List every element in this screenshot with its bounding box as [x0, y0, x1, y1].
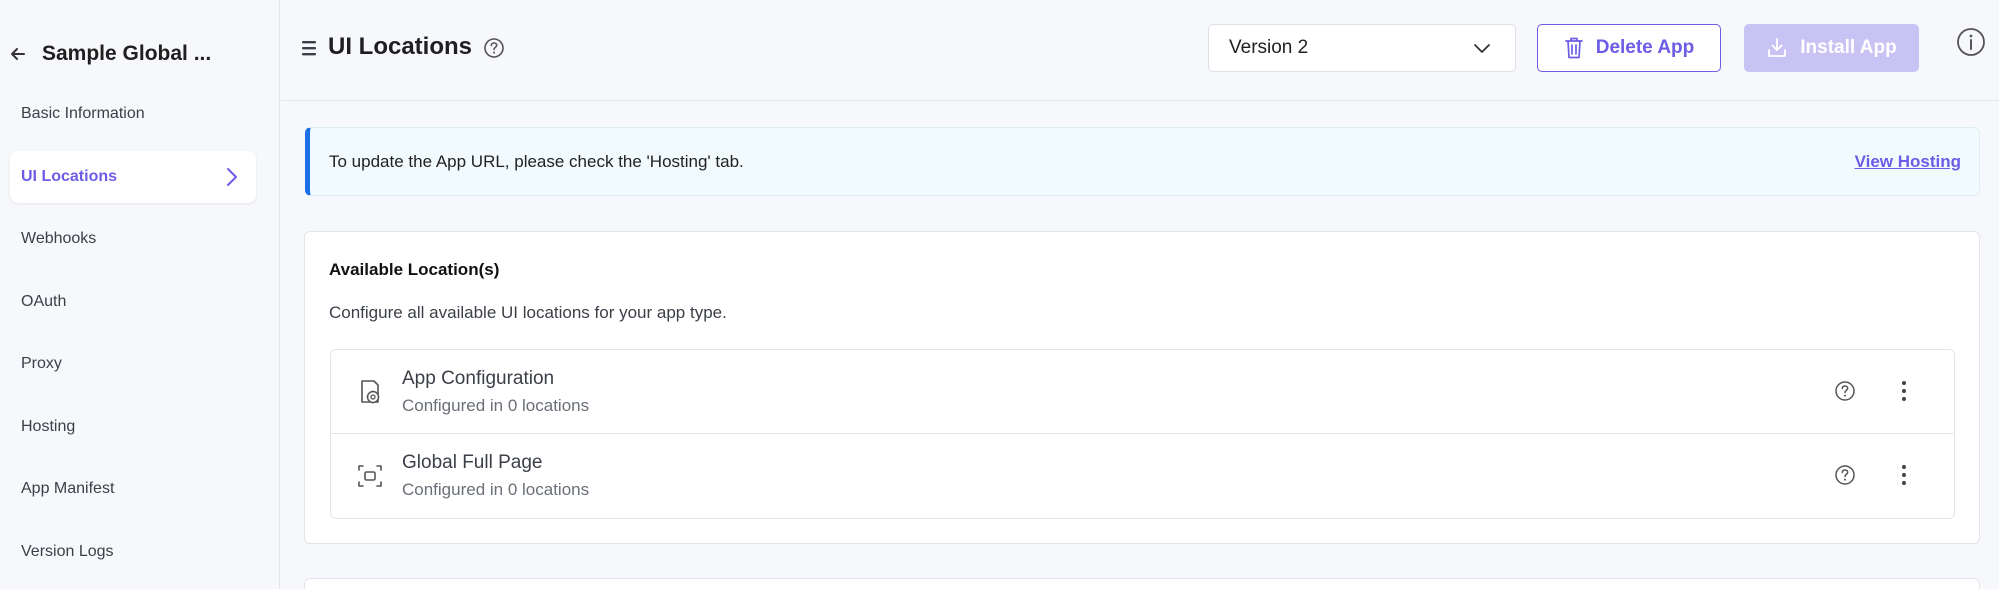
sidebar-item-label: Proxy — [21, 355, 62, 372]
sidebar-nav: Basic Information UI Locations Webhooks … — [10, 88, 256, 588]
sidebar-item-basic-information[interactable]: Basic Information — [10, 88, 256, 140]
version-select-value: Version 2 — [1229, 37, 1309, 58]
delete-app-label: Delete App — [1595, 37, 1695, 58]
sidebar-item-label: Version Logs — [21, 542, 114, 560]
location-name: Global Full Page — [402, 452, 543, 473]
more-vertical-icon[interactable] — [1900, 463, 1908, 487]
install-icon — [1768, 38, 1787, 57]
section-description: Configure all available UI locations for… — [329, 303, 727, 322]
location-row-global-full-page[interactable]: Global Full Page Configured in 0 locatio… — [331, 434, 1954, 518]
more-vertical-icon[interactable] — [1900, 379, 1908, 403]
sidebar-item-label: Hosting — [21, 417, 76, 435]
info-circle-icon[interactable] — [1956, 27, 1986, 57]
app-config-icon — [361, 380, 380, 404]
view-hosting-link[interactable]: View Hosting — [1855, 152, 1961, 172]
section-title: Available Location(s) — [329, 260, 500, 279]
location-row-app-configuration[interactable]: App Configuration Configured in 0 locati… — [331, 350, 1954, 434]
sidebar-item-label: Webhooks — [21, 230, 97, 247]
version-select[interactable]: Version 2 — [1208, 24, 1516, 72]
location-list: App Configuration Configured in 0 locati… — [330, 349, 1955, 519]
location-status: Configured in 0 locations — [402, 480, 590, 499]
help-circle-icon[interactable] — [1834, 380, 1856, 402]
hosting-info-banner: To update the App URL, please check the … — [305, 127, 1980, 196]
sidebar-item-version-logs[interactable]: Version Logs — [10, 526, 256, 578]
sidebar-item-oauth[interactable]: OAuth — [10, 276, 256, 328]
chevron-right-icon — [227, 167, 237, 186]
banner-text: To update the App URL, please check the … — [329, 151, 744, 171]
location-status: Configured in 0 locations — [402, 396, 590, 415]
sidebar-header: Sample Global ... — [8, 36, 211, 72]
help-circle-icon[interactable] — [483, 37, 505, 59]
location-name: App Configuration — [402, 368, 555, 389]
sidebar-item-proxy[interactable]: Proxy — [10, 338, 256, 390]
install-app-button[interactable]: Install App — [1744, 24, 1919, 72]
sidebar-item-label: Basic Information — [21, 105, 145, 122]
trash-icon — [1564, 37, 1583, 59]
chevron-down-icon — [1474, 44, 1490, 53]
available-locations-card: Available Location(s) Configure all avai… — [304, 231, 1980, 544]
hamburger-menu-icon[interactable] — [301, 39, 317, 57]
sidebar-item-ui-locations[interactable]: UI Locations — [10, 150, 256, 203]
app-name: Sample Global ... — [42, 42, 212, 65]
sidebar-item-hosting[interactable]: Hosting — [10, 401, 256, 453]
delete-app-button[interactable]: Delete App — [1537, 24, 1721, 72]
sidebar-item-label: App Manifest — [21, 480, 115, 497]
sidebar-item-app-manifest[interactable]: App Manifest — [10, 463, 256, 515]
sidebar-item-label: OAuth — [21, 292, 67, 310]
page-header: UI Locations Version 2 Delete App Instal… — [281, 0, 1999, 101]
full-page-icon — [358, 465, 382, 487]
next-section-card — [304, 578, 1980, 589]
sidebar: Sample Global ... Basic Information UI L… — [0, 0, 280, 589]
back-arrow-icon[interactable] — [8, 44, 28, 64]
install-app-label: Install App — [1800, 37, 1897, 58]
sidebar-item-webhooks[interactable]: Webhooks — [10, 213, 256, 265]
page-title: UI Locations — [328, 33, 473, 60]
help-circle-icon[interactable] — [1834, 464, 1856, 486]
sidebar-item-label: UI Locations — [21, 167, 118, 185]
